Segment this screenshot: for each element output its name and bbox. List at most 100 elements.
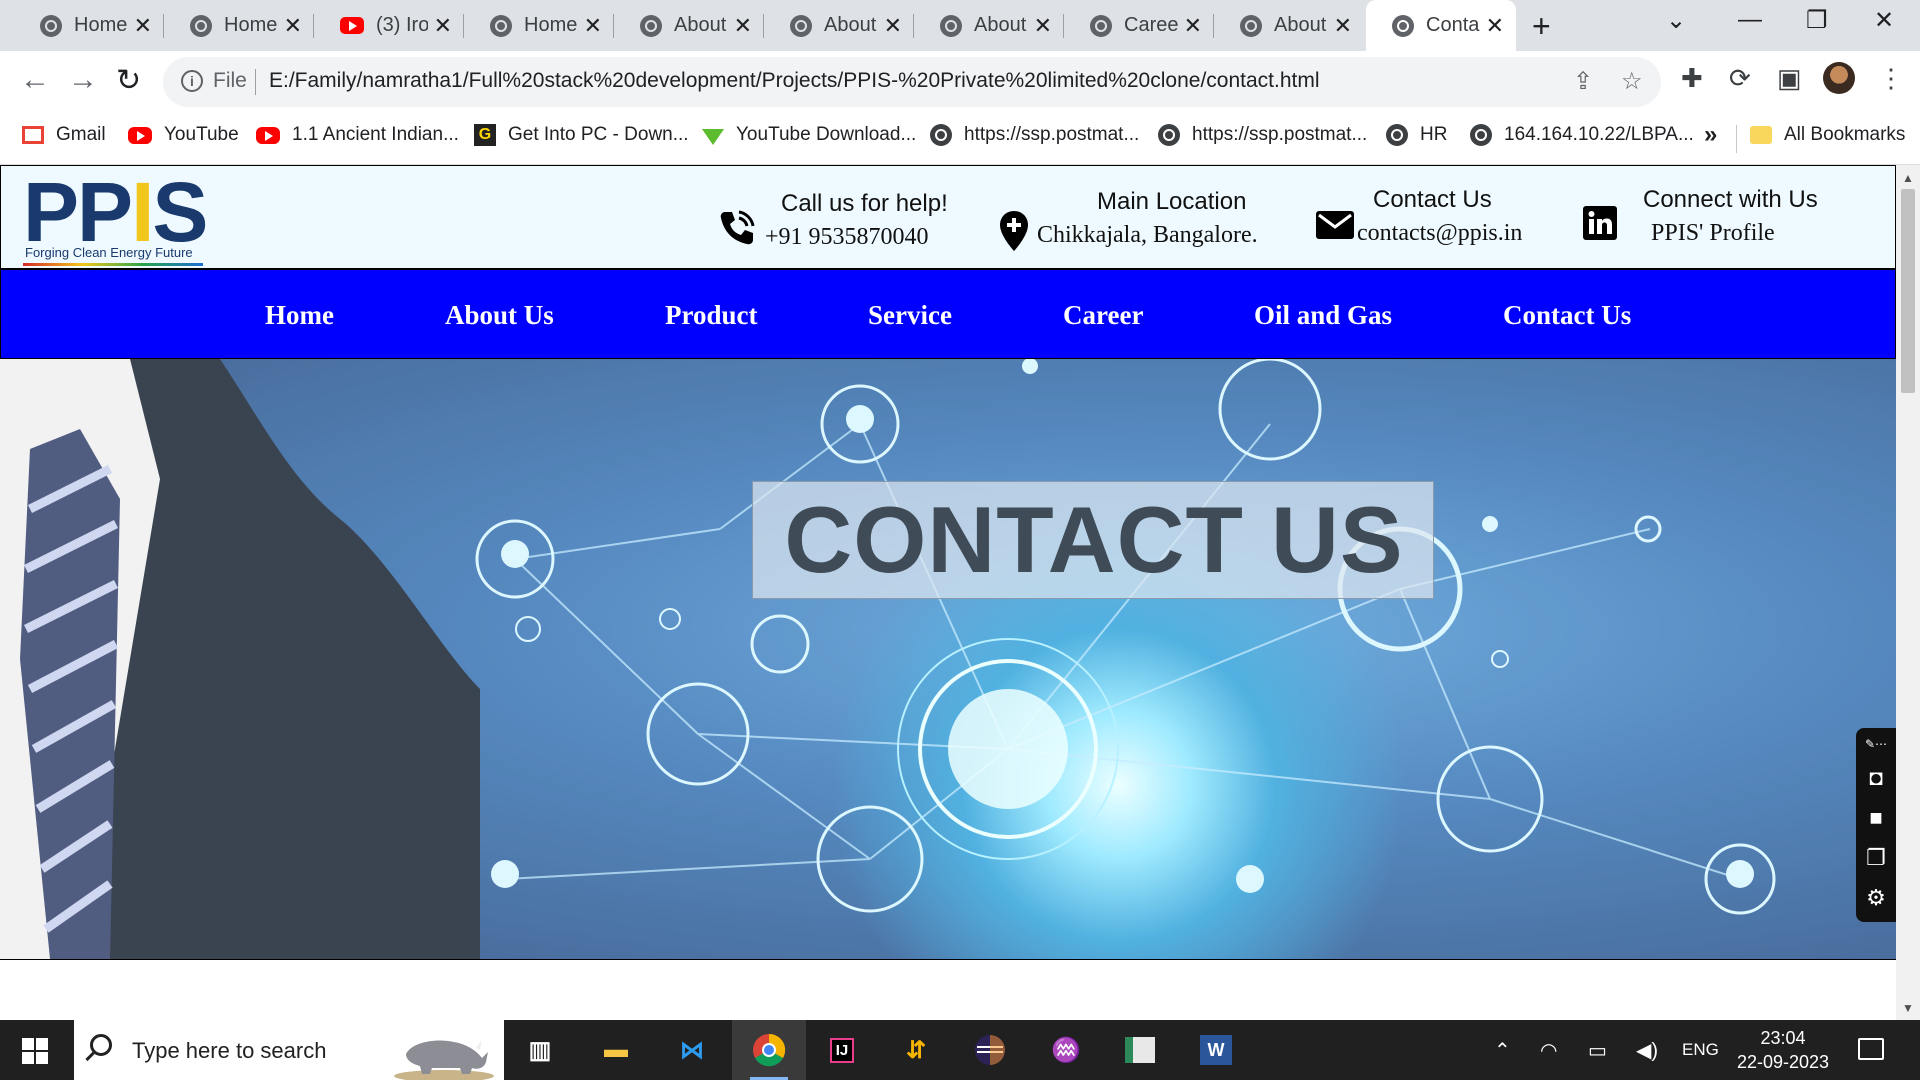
globe-icon — [40, 14, 62, 37]
bookmark-gmail[interactable]: Gmail — [22, 124, 106, 146]
intellij-icon[interactable]: IJ — [822, 1032, 862, 1068]
taskbar-search-box[interactable]: Type here to search — [74, 1020, 504, 1080]
close-icon[interactable]: ✕ — [1334, 13, 1352, 39]
tab-home-3[interactable]: Home ✕ — [464, 0, 614, 51]
minimize-icon[interactable]: — — [1738, 6, 1762, 34]
tab-title: (3) Iror — [376, 14, 428, 36]
globe-icon — [190, 14, 212, 37]
bookmark-youtube[interactable]: YouTube — [128, 124, 239, 146]
scrollbar-thumb[interactable] — [1901, 189, 1915, 393]
globe-icon — [790, 14, 812, 37]
system-clock[interactable]: 23:04 22-09-2023 — [1728, 1026, 1838, 1074]
globe-icon — [1386, 124, 1408, 146]
close-icon[interactable]: ✕ — [584, 13, 602, 39]
close-icon[interactable]: ✕ — [1034, 13, 1052, 39]
phone-icon — [720, 210, 755, 245]
tab-career[interactable]: Career ✕ — [1064, 0, 1214, 51]
mysql-workbench-icon[interactable]: ♒ — [1046, 1032, 1086, 1068]
edit-more-icon[interactable]: ✎⋯ — [1864, 734, 1888, 754]
scroll-up-icon[interactable]: ▲ — [1902, 171, 1914, 185]
bookmark-ssp-1[interactable]: https://ssp.postmat... — [930, 124, 1139, 146]
close-icon[interactable]: ✕ — [1486, 13, 1504, 39]
tab-about-1[interactable]: About ✕ — [614, 0, 764, 51]
close-icon[interactable]: ✕ — [284, 13, 302, 39]
tab-home-1[interactable]: Home ✕ — [14, 0, 164, 51]
tab-about-3[interactable]: About ✕ — [914, 0, 1064, 51]
bookmark-ancient-indian[interactable]: 1.1 Ancient Indian... — [256, 124, 459, 146]
close-icon[interactable]: ✕ — [884, 13, 902, 39]
chrome-icon[interactable] — [732, 1020, 806, 1080]
video-camera-icon[interactable]: ■ — [1864, 807, 1888, 829]
close-icon[interactable]: ✕ — [734, 13, 752, 39]
restore-icon[interactable]: ❐ — [1806, 6, 1828, 35]
performance-icon[interactable]: ⟳ — [1729, 63, 1751, 94]
share-icon[interactable]: ⇪ — [1573, 67, 1593, 96]
bookmark-lbpa[interactable]: 164.164.10.22/LBPA... — [1470, 124, 1694, 146]
contact-email[interactable]: contacts@ppis.in — [1357, 220, 1522, 247]
new-tab-button[interactable]: + — [1532, 8, 1551, 45]
tab-contact-active[interactable]: Contac ✕ — [1366, 0, 1516, 51]
tab-youtube[interactable]: (3) Iror ✕ — [314, 0, 464, 51]
tab-search-chevron-icon[interactable]: ⌄ — [1666, 6, 1686, 35]
profile-avatar[interactable] — [1823, 62, 1855, 94]
youtube-icon — [340, 17, 364, 34]
info-icon[interactable]: i — [181, 70, 203, 92]
nav-service[interactable]: Service — [868, 300, 952, 331]
language-indicator[interactable]: ENG — [1682, 1040, 1719, 1060]
youtube-icon — [128, 126, 152, 144]
tab-home-2[interactable]: Home ✕ — [164, 0, 314, 51]
volume-icon[interactable]: ◀) — [1636, 1038, 1658, 1063]
window-close-icon[interactable]: ✕ — [1874, 6, 1894, 35]
tab-about-2[interactable]: About ✕ — [764, 0, 914, 51]
window-capture-icon[interactable]: ❐ — [1864, 847, 1888, 869]
scroll-down-icon[interactable]: ▼ — [1902, 1001, 1914, 1015]
nav-contact-us[interactable]: Contact Us — [1503, 300, 1631, 331]
eclipse-icon[interactable] — [970, 1032, 1010, 1068]
getintopc-icon: G — [474, 124, 496, 146]
close-icon[interactable]: ✕ — [134, 13, 152, 39]
vscode-icon[interactable]: ⋈ — [672, 1032, 712, 1068]
nav-home[interactable]: Home — [265, 300, 334, 331]
bookmarks-overflow-chevron[interactable]: » — [1704, 121, 1717, 149]
nav-about-us[interactable]: About Us — [445, 300, 554, 331]
linkedin-icon[interactable] — [1583, 206, 1617, 240]
bookmark-youtube-download[interactable]: YouTube Download... — [702, 124, 916, 146]
sublime-icon[interactable] — [1120, 1032, 1160, 1068]
gear-icon[interactable]: ⚙ — [1864, 887, 1888, 909]
wifi-icon[interactable]: ◠ — [1540, 1038, 1557, 1063]
address-bar[interactable]: i File E:/Family/namratha1/Full%20stack%… — [163, 57, 1661, 107]
all-bookmarks[interactable]: All Bookmarks — [1750, 124, 1905, 146]
capture-toolbar: ✎⋯ ◘ ■ ❐ ⚙ — [1856, 728, 1896, 922]
site-header: PPIS Forging Clean Energy Future Call us… — [0, 165, 1896, 269]
star-icon[interactable]: ☆ — [1621, 67, 1643, 96]
nav-career[interactable]: Career — [1063, 300, 1143, 331]
bookmark-ssp-2[interactable]: https://ssp.postmat... — [1158, 124, 1367, 146]
nav-product[interactable]: Product — [665, 300, 758, 331]
ppis-logo[interactable]: PPIS Forging Clean Energy Future — [23, 170, 209, 266]
url-text[interactable]: E:/Family/namratha1/Full%20stack%20devel… — [269, 69, 1320, 93]
close-icon[interactable]: ✕ — [434, 13, 452, 39]
app-icon[interactable]: ⇵ — [896, 1032, 936, 1068]
vertical-scrollbar[interactable]: ▲ ▼ — [1896, 165, 1920, 1020]
call-number[interactable]: +91 9535870040 — [765, 224, 948, 251]
reload-icon[interactable]: ↻ — [116, 63, 141, 98]
file-explorer-icon[interactable]: ▬ — [596, 1032, 636, 1068]
extensions-icon[interactable]: ✚ — [1681, 63, 1703, 94]
linkedin-profile-link[interactable]: PPIS' Profile — [1651, 220, 1818, 247]
tray-chevron-up-icon[interactable]: ⌃ — [1494, 1038, 1511, 1063]
battery-icon[interactable]: ▭ — [1588, 1038, 1607, 1063]
nav-oil-and-gas[interactable]: Oil and Gas — [1254, 300, 1392, 331]
menu-kebab-icon[interactable]: ⋮ — [1878, 63, 1904, 94]
back-arrow-icon[interactable]: ← — [20, 63, 50, 97]
camera-icon[interactable]: ◘ — [1864, 767, 1888, 789]
bookmark-getintopc[interactable]: G Get Into PC - Down... — [474, 124, 689, 146]
tab-about-4[interactable]: About ✕ — [1214, 0, 1364, 51]
windows-start-icon[interactable] — [22, 1038, 48, 1064]
side-panel-icon[interactable]: ▣ — [1777, 63, 1802, 94]
bookmark-hr[interactable]: HR — [1386, 124, 1447, 146]
forward-arrow-icon[interactable]: → — [68, 63, 98, 97]
task-view-icon[interactable]: ▥ — [520, 1032, 560, 1068]
close-icon[interactable]: ✕ — [1184, 13, 1202, 39]
word-icon[interactable]: W — [1196, 1032, 1236, 1068]
notification-center-icon[interactable] — [1858, 1038, 1884, 1060]
